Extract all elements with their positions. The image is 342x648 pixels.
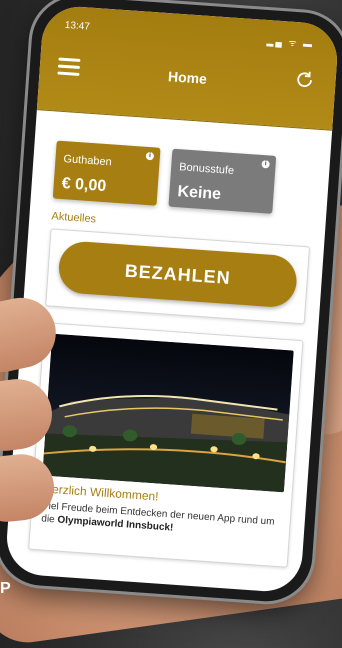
phone-screen: 13:47 ▂▄ ᯤ ▬ Home i Guthaben € 0,00 i Bo… <box>4 4 340 594</box>
news-section-label: Aktuelles <box>51 210 97 226</box>
page-title: Home <box>167 68 208 87</box>
arena-night-photo <box>42 333 294 493</box>
status-time: 13:47 <box>64 19 91 33</box>
main-content: i Guthaben € 0,00 i Bonusstufe Keine Akt… <box>4 109 332 594</box>
bonus-level-tile[interactable]: i Bonusstufe Keine <box>168 148 277 214</box>
pay-card: BEZAHLEN <box>45 228 310 325</box>
phone-device: 13:47 ▂▄ ᯤ ▬ Home i Guthaben € 0,00 i Bo… <box>0 0 342 605</box>
news-card[interactable]: Herzlich Willkommen! Viel Freude beim En… <box>28 322 304 568</box>
balance-value: € 0,00 <box>61 175 107 196</box>
bonus-level-value: Keine <box>176 183 222 204</box>
info-icon[interactable]: i <box>145 151 155 161</box>
bonus-level-label: Bonusstufe <box>178 161 235 178</box>
balance-tile[interactable]: i Guthaben € 0,00 <box>52 140 161 206</box>
status-icons: ▂▄ ᯤ ▬ <box>266 35 315 50</box>
refresh-icon[interactable] <box>293 68 316 91</box>
balance-label: Guthaben <box>63 153 113 169</box>
pay-button[interactable]: BEZAHLEN <box>57 240 299 309</box>
corner-text: P <box>0 580 12 597</box>
news-text: Viel Freude beim Entdecken der neuen App… <box>41 499 282 542</box>
status-bar: 13:47 ▂▄ ᯤ ▬ <box>64 20 314 50</box>
info-icon[interactable]: i <box>261 159 270 169</box>
